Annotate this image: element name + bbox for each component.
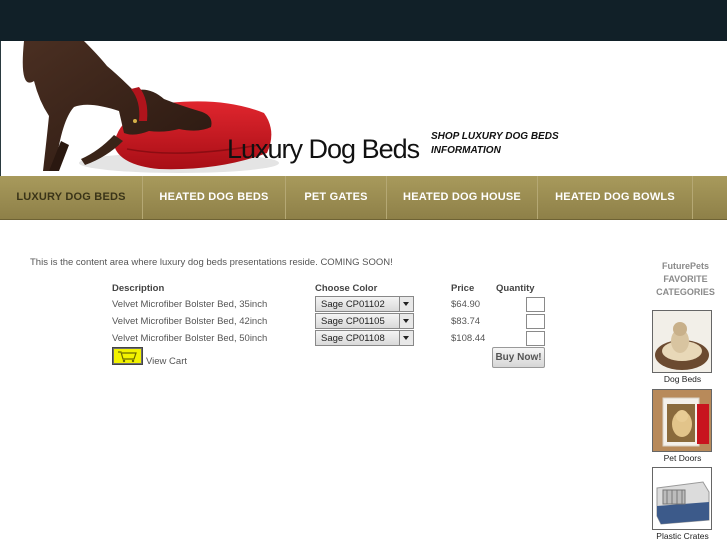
shop-luxury-dog-beds-link[interactable]: SHOP LUXURY DOG BEDS xyxy=(431,130,559,144)
view-cart-link[interactable]: View Cart xyxy=(146,356,187,367)
top-bar xyxy=(0,0,727,41)
color-select-value: Sage CP01105 xyxy=(321,316,385,327)
column-header-price: Price xyxy=(451,283,475,294)
category-thumb-pet-doors[interactable] xyxy=(652,389,712,452)
nav-item-heated-dog-beds[interactable]: HEATED DOG BEDS xyxy=(143,176,286,219)
product-price: $64.90 xyxy=(451,299,481,310)
nav-item-luxury-dog-beds[interactable]: LUXURY DOG BEDS xyxy=(0,176,143,219)
heading-line: CATEGORIES xyxy=(656,287,715,297)
favorite-categories-heading: FuturePets FAVORITE CATEGORIES xyxy=(648,260,723,299)
content-intro: This is the content area where luxury do… xyxy=(30,257,393,268)
dropdown-arrow-icon[interactable] xyxy=(399,297,413,311)
product-price: $108.44 xyxy=(451,333,486,344)
color-select-value: Sage CP01108 xyxy=(321,333,385,344)
quantity-input[interactable] xyxy=(526,331,545,346)
product-price: $83.74 xyxy=(451,316,481,327)
category-thumb-plastic-crates[interactable] xyxy=(652,467,712,530)
nav-item-pet-gates[interactable]: PET GATES xyxy=(286,176,387,219)
color-select[interactable]: Sage CP01108 xyxy=(315,330,414,346)
dog-bed-image xyxy=(653,311,711,372)
quantity-input[interactable] xyxy=(526,314,545,329)
category-label-pet-doors[interactable]: Pet Doors xyxy=(645,453,720,463)
pet-door-image xyxy=(653,390,711,451)
nav-item-heated-dog-bowls[interactable]: HEATED DOG BOWLS xyxy=(538,176,693,219)
main-nav: LUXURY DOG BEDS HEATED DOG BEDS PET GATE… xyxy=(0,176,727,220)
column-header-color: Choose Color xyxy=(315,283,378,294)
heading-line: FuturePets xyxy=(661,261,709,271)
buy-now-button[interactable]: Buy Now! xyxy=(492,347,545,368)
quantity-input[interactable] xyxy=(526,297,545,312)
dropdown-arrow-icon[interactable] xyxy=(399,331,413,345)
plastic-crate-image xyxy=(653,468,711,529)
nav-item-heated-dog-house[interactable]: HEATED DOG HOUSE xyxy=(387,176,538,219)
header-links: SHOP LUXURY DOG BEDS INFORMATION xyxy=(431,130,559,158)
category-label-plastic-crates[interactable]: Plastic Crates xyxy=(645,531,720,541)
information-link[interactable]: INFORMATION xyxy=(431,144,559,158)
category-label-dog-beds[interactable]: Dog Beds xyxy=(645,374,720,384)
product-description: Velvet Microfiber Bolster Bed, 42inch xyxy=(112,316,268,327)
dropdown-arrow-icon[interactable] xyxy=(399,314,413,328)
color-select[interactable]: Sage CP01105 xyxy=(315,313,414,329)
site-logo[interactable]: Luxury Dog Beds xyxy=(227,134,420,164)
color-select[interactable]: Sage CP01102 xyxy=(315,296,414,312)
heading-line: FAVORITE xyxy=(663,274,708,284)
site-banner: Luxury Dog Beds SHOP LUXURY DOG BEDS INF… xyxy=(0,41,727,176)
category-thumb-dog-beds[interactable] xyxy=(652,310,712,373)
column-header-description: Description xyxy=(112,283,165,294)
product-description: Velvet Microfiber Bolster Bed, 50inch xyxy=(112,333,268,344)
column-header-quantity: Quantity xyxy=(496,283,535,294)
product-description: Velvet Microfiber Bolster Bed, 35inch xyxy=(112,299,268,310)
color-select-value: Sage CP01102 xyxy=(321,299,385,310)
shopping-cart-icon[interactable] xyxy=(112,347,143,365)
